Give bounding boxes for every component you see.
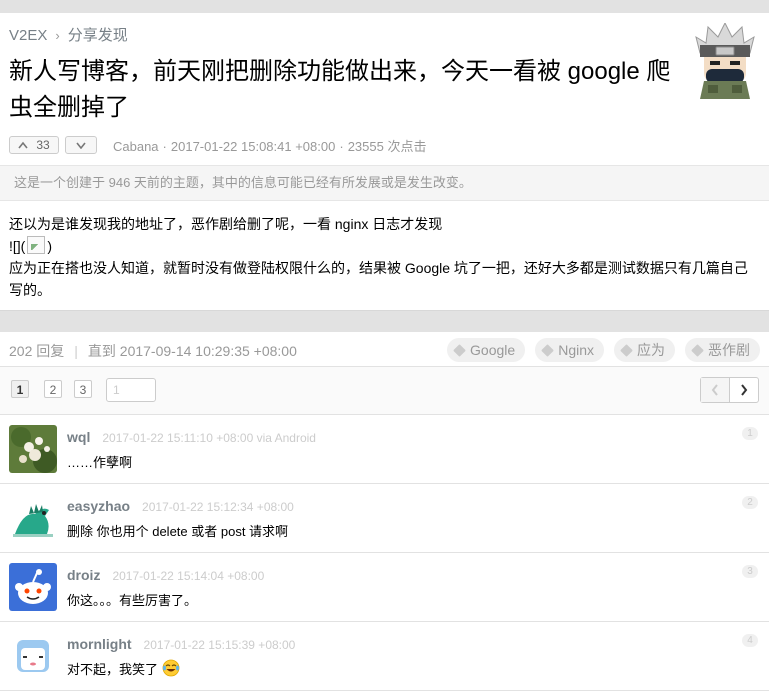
topic-views: 23555 次点击 bbox=[347, 138, 427, 154]
reply-username[interactable]: easyzhao bbox=[67, 498, 130, 514]
reply-avatar[interactable] bbox=[9, 425, 57, 473]
content-markdown-suffix: ) bbox=[47, 238, 53, 254]
content-markdown-prefix: ![]( bbox=[9, 238, 26, 254]
chevron-left-icon bbox=[711, 384, 718, 396]
content-line: ![]() bbox=[9, 235, 759, 257]
tag-list: Google Nginx 应为 恶作剧 bbox=[447, 338, 760, 362]
tag-icon bbox=[691, 343, 704, 357]
tag-label: Nginx bbox=[558, 342, 594, 358]
reply-count: 202 回复 bbox=[9, 343, 65, 359]
reply-avatar[interactable] bbox=[9, 632, 57, 680]
tag-prank[interactable]: 恶作剧 bbox=[685, 338, 760, 362]
broken-image-icon bbox=[27, 236, 46, 254]
reply-text: 对不起，我笑了 bbox=[67, 659, 180, 680]
content-line: 应为正在搭也没人知道，就暂时没有做登陆权限什么的，结果被 Google 坑了一把… bbox=[9, 260, 748, 298]
author-avatar[interactable] bbox=[692, 21, 758, 99]
reply-author[interactable]: mornlight 2017-01-22 15:15:39 +08:00 bbox=[67, 636, 295, 652]
page-1-button[interactable]: 1 bbox=[11, 380, 29, 398]
page-nav bbox=[700, 377, 759, 403]
upvote-button[interactable]: 33 bbox=[9, 136, 59, 154]
breadcrumb-separator: › bbox=[55, 28, 60, 43]
page-2-button[interactable]: 2 bbox=[44, 380, 62, 398]
reply-item: wql 2017-01-22 15:11:10 +08:00 via Androi… bbox=[0, 415, 769, 484]
reply-number: 3 bbox=[742, 565, 758, 578]
reply-avatar[interactable] bbox=[9, 563, 57, 611]
laughing-tears-icon bbox=[162, 659, 180, 680]
topic-box: V2EX › 分享发现 新人写博客，前天刚把删除功能做出来，今天一看被 google… bbox=[0, 13, 769, 311]
reply-number: 4 bbox=[742, 634, 758, 647]
chevron-right-icon bbox=[741, 384, 748, 396]
outdated-notice: 这是一个创建于 946 天前的主题，其中的信息可能已经有所发展或是发生改变。 bbox=[0, 165, 769, 201]
tag-icon bbox=[453, 343, 466, 357]
pagination: 1 2 3 1 bbox=[0, 367, 769, 415]
content-line: 还以为是谁发现我的地址了，恶作剧给删了呢，一看 nginx 日志才发现 bbox=[9, 216, 443, 232]
tag-google[interactable]: Google bbox=[447, 338, 526, 362]
breadcrumb-site-link[interactable]: V2EX bbox=[9, 27, 47, 44]
tag-yingwei[interactable]: 应为 bbox=[614, 338, 675, 362]
topic-meta-text: Cabana · 2017-01-22 15:08:41 +08:00 · 23555 … bbox=[113, 138, 427, 154]
reply-author[interactable]: easyzhao 2017-01-22 15:12:34 +08:00 bbox=[67, 498, 294, 514]
reply-time: 2017-01-22 15:14:04 +08:00 bbox=[112, 569, 265, 583]
topic-title: 新人写博客，前天刚把删除功能做出来，今天一看被 google 爬虫全删掉了 bbox=[9, 58, 671, 121]
reply-text: 你这。。。有些厉害了。 bbox=[67, 593, 198, 608]
reply-item: droiz 2017-01-22 15:14:04 +08:00 你这。。。有些厉… bbox=[0, 553, 769, 622]
upvote-count: 33 bbox=[36, 138, 50, 152]
tag-icon bbox=[620, 343, 633, 357]
reply-text: 删除 你也用个 delete 或者 post 请求啊 bbox=[67, 524, 289, 539]
reply-time: 2017-01-22 15:12:34 +08:00 bbox=[142, 500, 294, 514]
reply-header: 202 回复 | 直到 2017-09-14 10:29:35 +08:00 Goo… bbox=[0, 332, 769, 367]
reply-time: 2017-01-22 15:11:10 +08:00 via Android bbox=[102, 431, 316, 445]
downvote-icon bbox=[76, 142, 86, 149]
tag-label: 应为 bbox=[637, 342, 665, 358]
reply-item: mornlight 2017-01-22 15:15:39 +08:00 对不起，… bbox=[0, 622, 769, 691]
reply-text-body: 对不起，我笑了 bbox=[67, 662, 159, 677]
topic-time: 2017-01-22 15:08:41 +08:00 bbox=[170, 138, 336, 154]
tag-label: Google bbox=[470, 342, 516, 358]
prev-page-button[interactable] bbox=[701, 378, 730, 402]
topic-meta: 33 Cabana · 2017-01-22 15:08:41 +08:00 · 235… bbox=[9, 135, 426, 155]
last-reply-time: 直到 2017-09-14 10:29:35 +08:00 bbox=[87, 343, 297, 359]
tag-nginx[interactable]: Nginx bbox=[535, 338, 604, 362]
reply-author[interactable]: droiz 2017-01-22 15:14:04 +08:00 bbox=[67, 567, 264, 583]
topic-content: 还以为是谁发现我的地址了，恶作剧给删了呢，一看 nginx 日志才发现 ![](… bbox=[9, 213, 759, 301]
downvote-button[interactable] bbox=[65, 136, 97, 154]
reply-number: 1 bbox=[742, 427, 758, 440]
tag-label: 恶作剧 bbox=[708, 342, 750, 358]
topic-author-link[interactable]: Cabana bbox=[113, 139, 159, 154]
tag-icon bbox=[541, 343, 555, 357]
breadcrumb-node-link[interactable]: 分享发现 bbox=[68, 27, 128, 44]
reply-count-line: 202 回复 | 直到 2017-09-14 10:29:35 +08:00 bbox=[9, 341, 297, 361]
reply-avatar[interactable] bbox=[9, 494, 57, 542]
reply-number: 2 bbox=[742, 496, 758, 509]
upvote-icon bbox=[18, 141, 28, 149]
breadcrumb: V2EX › 分享发现 bbox=[9, 24, 128, 45]
reply-header-separator: | bbox=[74, 343, 78, 359]
reply-item: easyzhao 2017-01-22 15:12:34 +08:00 删除 你也… bbox=[0, 484, 769, 553]
page-jump-input[interactable]: 1 bbox=[106, 378, 156, 402]
next-page-button[interactable] bbox=[730, 378, 758, 402]
reply-time: 2017-01-22 15:15:39 +08:00 bbox=[143, 638, 296, 652]
reply-author[interactable]: wql 2017-01-22 15:11:10 +08:00 via Androi… bbox=[67, 429, 316, 445]
reply-box: 202 回复 | 直到 2017-09-14 10:29:35 +08:00 Goo… bbox=[0, 332, 769, 695]
reply-username[interactable]: droiz bbox=[67, 567, 100, 583]
page-3-button[interactable]: 3 bbox=[74, 380, 92, 398]
reply-username[interactable]: wql bbox=[67, 429, 90, 445]
page: V2EX › 分享发现 新人写博客，前天刚把删除功能做出来，今天一看被 google… bbox=[0, 0, 769, 695]
reply-text: ……作孽啊 bbox=[67, 455, 133, 470]
reply-username[interactable]: mornlight bbox=[67, 636, 132, 652]
